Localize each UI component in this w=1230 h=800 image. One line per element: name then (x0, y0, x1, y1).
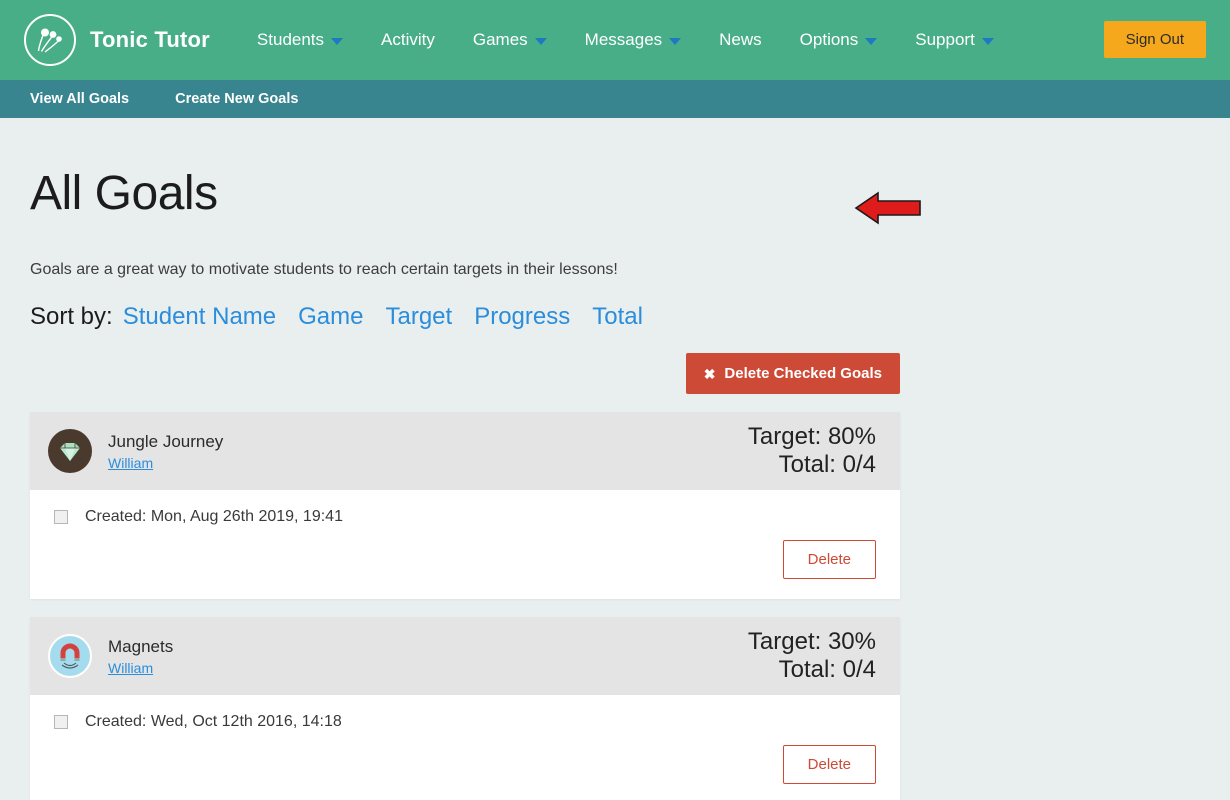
brand-name: Tonic Tutor (90, 27, 210, 53)
goal-created-text: Created: Wed, Oct 12th 2016, 14:18 (85, 713, 342, 731)
nav-items: Students Activity Games Messages News Op… (238, 30, 1013, 50)
sign-out-button[interactable]: Sign Out (1104, 21, 1206, 58)
goal-game-name: Magnets (108, 637, 173, 657)
goal-created-row: Created: Mon, Aug 26th 2019, 19:41 (54, 508, 876, 526)
goal-actions: Delete (54, 540, 876, 579)
subnav-item-view-all-goals[interactable]: View All Goals (30, 91, 129, 107)
goals-list: Jungle Journey William Target: 80% Total… (30, 412, 1200, 800)
goal-card-header: Jungle Journey William Target: 80% Total… (30, 412, 900, 490)
goal-card-identity: Jungle Journey William (48, 429, 223, 473)
goal-target: Target: 80% (748, 423, 876, 451)
goal-card-body: Created: Wed, Oct 12th 2016, 14:18 Delet… (30, 695, 900, 800)
goal-card-stats: Target: 80% Total: 0/4 (748, 423, 876, 480)
nav-item-label: News (719, 30, 762, 50)
chevron-down-icon (865, 38, 877, 45)
nav-item-label: Activity (381, 30, 435, 50)
sort-link-total[interactable]: Total (592, 303, 643, 331)
goal-student-link[interactable]: William (108, 660, 173, 676)
sort-link-target[interactable]: Target (385, 303, 452, 331)
goal-game-name: Jungle Journey (108, 432, 223, 452)
goal-actions: Delete (54, 745, 876, 784)
goal-card-meta: Magnets William (108, 637, 173, 676)
nav-item-label: Games (473, 30, 528, 50)
nav-item-options[interactable]: Options (781, 30, 897, 50)
chevron-down-icon (331, 38, 343, 45)
delete-goal-button[interactable]: Delete (783, 745, 876, 784)
nav-item-label: Support (915, 30, 975, 50)
nav-item-support[interactable]: Support (896, 30, 1013, 50)
goal-card-identity: Magnets William (48, 634, 173, 678)
chevron-down-icon (982, 38, 994, 45)
sort-by-label: Sort by: (30, 303, 113, 331)
goal-student-link[interactable]: William (108, 455, 223, 471)
nav-item-students[interactable]: Students (238, 30, 362, 50)
goal-card: Magnets William Target: 30% Total: 0/4 C… (30, 617, 900, 800)
tonic-tutor-logo-icon (24, 14, 76, 66)
page-description: Goals are a great way to motivate studen… (30, 261, 1200, 279)
brand[interactable]: Tonic Tutor (24, 14, 210, 66)
horseshoe-magnet-icon (48, 634, 92, 678)
sort-link-game[interactable]: Game (298, 303, 363, 331)
nav-item-label: Students (257, 30, 324, 50)
delete-checked-goals-label: Delete Checked Goals (724, 365, 882, 382)
subnav-item-create-new-goals[interactable]: Create New Goals (175, 91, 298, 107)
goal-created-text: Created: Mon, Aug 26th 2019, 19:41 (85, 508, 343, 526)
goal-select-checkbox[interactable] (54, 510, 68, 524)
goal-card: Jungle Journey William Target: 80% Total… (30, 412, 900, 599)
sort-link-progress[interactable]: Progress (474, 303, 570, 331)
chevron-down-icon (535, 38, 547, 45)
goal-card-meta: Jungle Journey William (108, 432, 223, 471)
goal-target: Target: 30% (748, 628, 876, 656)
top-navigation-bar: Tonic Tutor Students Activity Games Mess… (0, 0, 1230, 80)
nav-item-messages[interactable]: Messages (566, 30, 700, 50)
close-x-icon: ✖ (704, 367, 716, 381)
nav-item-label: Options (800, 30, 859, 50)
nav-item-activity[interactable]: Activity (362, 30, 454, 50)
page-title: All Goals (30, 166, 1200, 221)
delete-checked-toolbar: ✖ Delete Checked Goals (30, 353, 900, 394)
chevron-down-icon (669, 38, 681, 45)
nav-item-games[interactable]: Games (454, 30, 566, 50)
sort-link-student-name[interactable]: Student Name (123, 303, 276, 331)
delete-goal-button[interactable]: Delete (783, 540, 876, 579)
goal-card-body: Created: Mon, Aug 26th 2019, 19:41 Delet… (30, 490, 900, 599)
goal-card-header: Magnets William Target: 30% Total: 0/4 (30, 617, 900, 695)
sort-by-row: Sort by: Student Name Game Target Progre… (30, 303, 1200, 331)
goal-created-row: Created: Wed, Oct 12th 2016, 14:18 (54, 713, 876, 731)
delete-checked-goals-button[interactable]: ✖ Delete Checked Goals (686, 353, 900, 394)
nav-item-news[interactable]: News (700, 30, 781, 50)
goal-card-stats: Target: 30% Total: 0/4 (748, 628, 876, 685)
page-content: All Goals Goals are a great way to motiv… (0, 166, 1230, 800)
goal-total: Total: 0/4 (748, 451, 876, 479)
diamond-gem-icon (48, 429, 92, 473)
goal-total: Total: 0/4 (748, 656, 876, 684)
goal-select-checkbox[interactable] (54, 715, 68, 729)
sub-navigation-bar: View All Goals Create New Goals (0, 80, 1230, 118)
nav-item-label: Messages (585, 30, 662, 50)
